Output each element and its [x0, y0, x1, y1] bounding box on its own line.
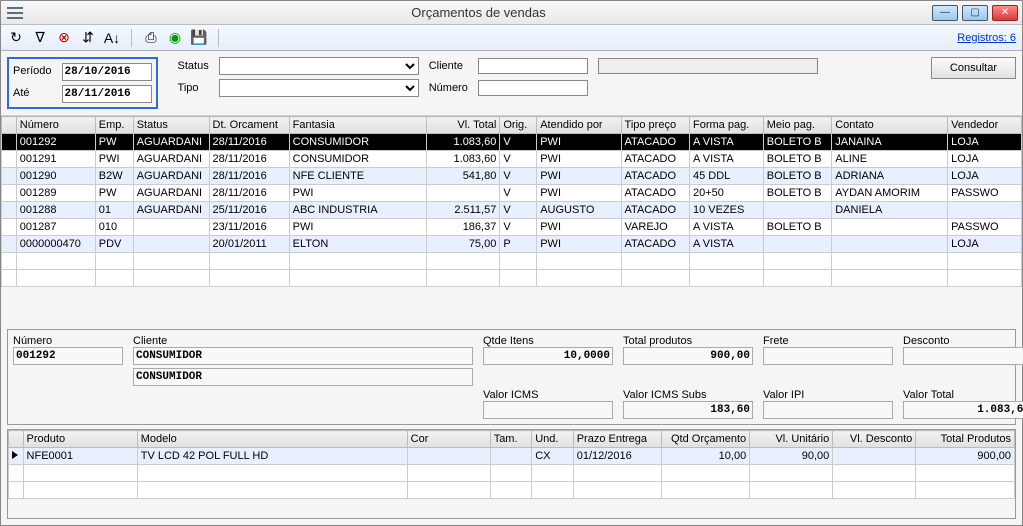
col-header[interactable]: Vl. Unitário — [750, 431, 833, 448]
det-numero-label: Número — [13, 335, 123, 347]
det-qtde-label: Qtde Itens — [483, 335, 613, 347]
print-icon[interactable]: ⎙ — [142, 29, 160, 47]
cliente-input[interactable] — [478, 58, 588, 74]
det-totprod-label: Total produtos — [623, 335, 753, 347]
sort-az-icon[interactable]: A↓ — [103, 29, 121, 47]
col-header[interactable]: Vl. Total — [426, 117, 500, 134]
col-header[interactable]: Total Produtos — [916, 431, 1015, 448]
det-cliente2 — [133, 368, 473, 386]
det-numero — [13, 347, 123, 365]
status-select[interactable] — [219, 57, 419, 75]
col-header[interactable]: Meio pag. — [763, 117, 831, 134]
det-total-label: Valor Total — [903, 389, 1023, 401]
col-header[interactable]: Modelo — [137, 431, 407, 448]
col-header[interactable]: Produto — [23, 431, 137, 448]
col-header[interactable]: Und. — [532, 431, 574, 448]
det-cliente-label: Cliente — [133, 335, 473, 347]
col-header[interactable]: Forma pag. — [690, 117, 764, 134]
save-icon[interactable]: 💾 — [190, 29, 208, 47]
periodo-from-input[interactable] — [62, 63, 152, 81]
sort-icon[interactable]: ⇵ — [79, 29, 97, 47]
col-header[interactable]: Número — [16, 117, 95, 134]
periodo-to-input[interactable] — [62, 85, 152, 103]
table-row[interactable]: 001291PWIAGUARDANI28/11/2016CONSUMIDOR1.… — [2, 151, 1022, 168]
minimize-button[interactable]: — — [932, 5, 958, 21]
row-pointer-icon — [12, 451, 18, 459]
table-row[interactable]: NFE0001TV LCD 42 POL FULL HDCX01/12/2016… — [9, 448, 1015, 465]
col-header[interactable]: Orig. — [500, 117, 537, 134]
consultar-button[interactable]: Consultar — [931, 57, 1016, 79]
filter-clear-icon[interactable]: ⊗ — [55, 29, 73, 47]
col-header[interactable] — [2, 117, 17, 134]
col-header[interactable]: Contato — [832, 117, 948, 134]
period-box: Período Até — [7, 57, 158, 109]
tipo-select[interactable] — [219, 79, 419, 97]
periodo-label: Período — [13, 63, 52, 81]
table-row[interactable]: 00128701023/11/2016PWI186,37VPWIVAREJOA … — [2, 219, 1022, 236]
numero-input[interactable] — [478, 80, 588, 96]
det-ipi — [763, 401, 893, 419]
col-header[interactable] — [9, 431, 24, 448]
det-frete — [763, 347, 893, 365]
main-grid[interactable]: NúmeroEmp.StatusDt. OrcamentFantasiaVl. … — [1, 116, 1022, 309]
col-header[interactable]: Status — [133, 117, 209, 134]
details-panel: Número Cliente Qtde Itens Total produtos… — [7, 329, 1016, 425]
table-row[interactable]: 001289PWAGUARDANI28/11/2016PWIVPWIATACAD… — [2, 185, 1022, 202]
view-icon[interactable]: ◉ — [166, 29, 184, 47]
col-header[interactable]: Tipo preço — [621, 117, 689, 134]
det-cliente1 — [133, 347, 473, 365]
window-title: Orçamentos de vendas — [25, 5, 932, 20]
maximize-button[interactable]: ▢ — [962, 5, 988, 21]
det-icms — [483, 401, 613, 419]
det-ipi-label: Valor IPI — [763, 389, 893, 401]
row-pointer-icon — [5, 137, 11, 145]
ate-label: Até — [13, 85, 52, 103]
det-qtde — [483, 347, 613, 365]
cliente-label: Cliente — [429, 60, 468, 72]
det-icms-label: Valor ICMS — [483, 389, 613, 401]
filter-icon[interactable]: ∇ — [31, 29, 49, 47]
col-header[interactable]: Vendedor — [948, 117, 1022, 134]
table-row[interactable]: 001290B2WAGUARDANI28/11/2016NFE CLIENTE5… — [2, 168, 1022, 185]
det-icmssubs — [623, 401, 753, 419]
cliente-name-display — [598, 58, 818, 74]
det-frete-label: Frete — [763, 335, 893, 347]
tipo-label: Tipo — [178, 82, 209, 94]
col-header[interactable]: Dt. Orcament — [209, 117, 289, 134]
col-header[interactable]: Cor — [407, 431, 490, 448]
numero-label: Número — [429, 82, 468, 94]
product-grid[interactable]: ProdutoModeloCorTam.Und.Prazo EntregaQtd… — [7, 429, 1016, 519]
det-total — [903, 401, 1023, 419]
col-header[interactable]: Prazo Entrega — [573, 431, 661, 448]
det-totprod — [623, 347, 753, 365]
table-row[interactable]: 00128801AGUARDANI25/11/2016ABC INDUSTRIA… — [2, 202, 1022, 219]
table-row[interactable]: 0000000470PDV20/01/2011ELTON75,00PPWIATA… — [2, 236, 1022, 253]
menu-icon[interactable] — [5, 5, 25, 21]
col-header[interactable]: Atendido por — [537, 117, 621, 134]
grid-horizontal-scrollbar[interactable] — [1, 309, 1022, 325]
close-button[interactable]: ✕ — [992, 5, 1018, 21]
col-header[interactable]: Tam. — [490, 431, 532, 448]
table-row[interactable]: 001292PWAGUARDANI28/11/2016CONSUMIDOR1.0… — [2, 134, 1022, 151]
col-header[interactable]: Vl. Desconto — [833, 431, 916, 448]
refresh-icon[interactable]: ↻ — [7, 29, 25, 47]
det-desconto-label: Desconto — [903, 335, 1023, 347]
det-desconto — [903, 347, 1023, 365]
col-header[interactable]: Emp. — [95, 117, 133, 134]
record-count-link[interactable]: Registros: 6 — [957, 32, 1016, 44]
status-label: Status — [178, 60, 209, 72]
det-icmssubs-label: Valor ICMS Subs — [623, 389, 753, 401]
col-header[interactable]: Fantasia — [289, 117, 426, 134]
col-header[interactable]: Qtd Orçamento — [661, 431, 749, 448]
